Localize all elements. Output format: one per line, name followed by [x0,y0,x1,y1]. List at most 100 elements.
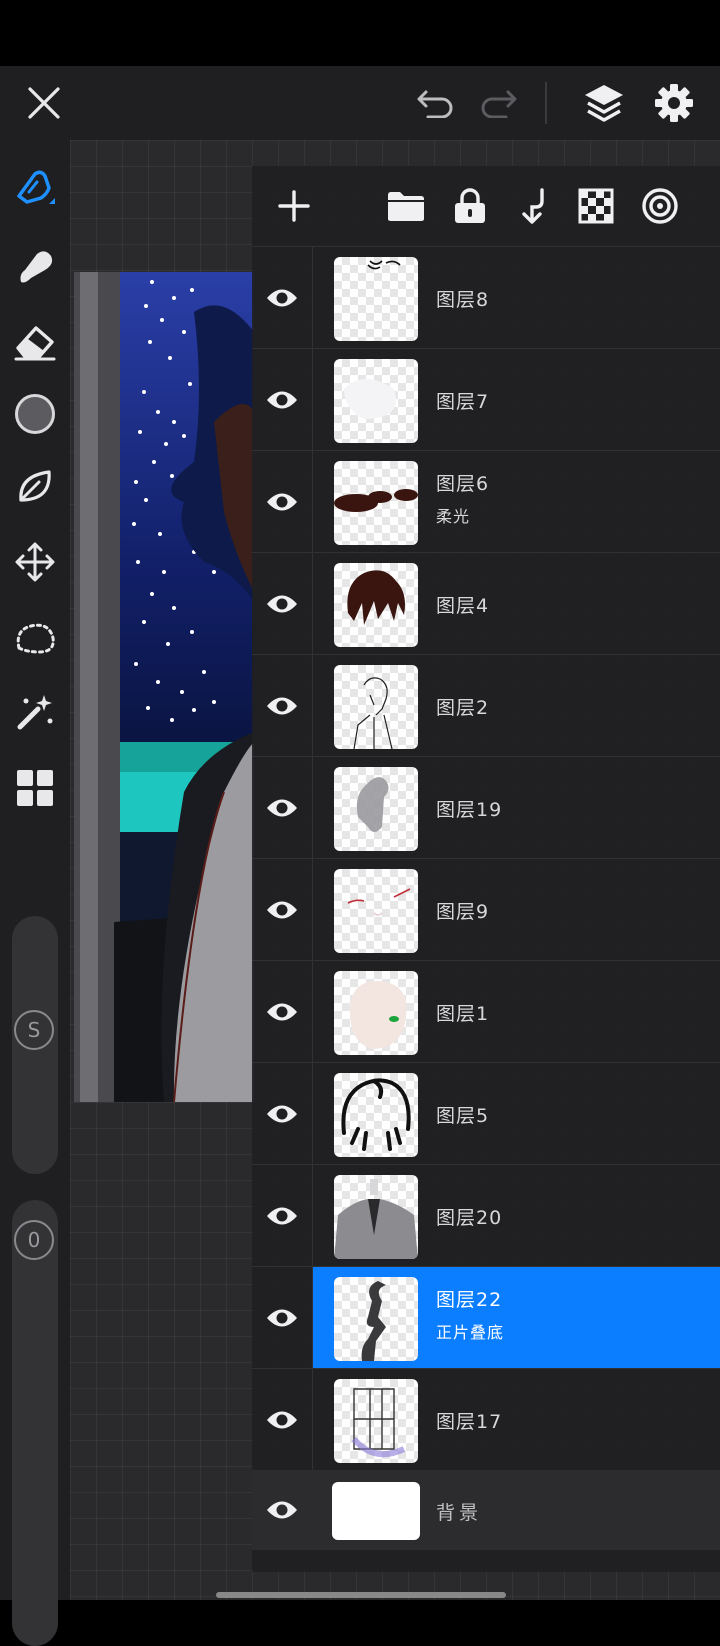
layer-row[interactable]: 图层17 [252,1368,720,1470]
visibility-toggle[interactable] [252,1369,313,1470]
reference-layer-button[interactable] [632,178,688,234]
visibility-toggle[interactable] [252,1267,313,1368]
background-color-thumbnail[interactable] [332,1482,420,1540]
add-layer-button[interactable] [266,178,322,234]
visibility-toggle[interactable] [252,451,313,552]
brush-size-slider[interactable]: S [12,916,58,1174]
visibility-toggle[interactable] [252,1063,313,1164]
blend-mode-label: 正片叠底 [436,1323,505,1342]
left-toolbar: S 0 [0,140,70,1646]
visibility-toggle[interactable] [252,859,313,960]
lock-layer-button[interactable] [442,178,498,234]
layer-name: 图层19 [436,799,503,821]
gallery-tool[interactable] [7,760,63,816]
eraser-tool[interactable] [7,314,63,370]
redo-button[interactable] [470,66,526,140]
visibility-toggle[interactable] [252,247,313,348]
layer-name: 图层6 [436,473,490,495]
layer-thumbnail [334,1277,418,1361]
toolbar-divider [545,82,547,124]
layer-thumbnail [334,461,418,545]
layer-row[interactable]: 图层8 [252,246,720,348]
layer-row[interactable]: 图层19 [252,756,720,858]
gear-icon [655,84,693,122]
alpha-lock-button[interactable] [568,178,624,234]
layer-thumbnail-art [361,1281,386,1361]
layer-thumbnail-art [344,379,396,419]
background-layer-name: 背景 [436,1502,483,1524]
visibility-toggle[interactable] [252,349,313,450]
layer-thumbnail-art [351,1388,406,1458]
layer-row[interactable]: 图层9 [252,858,720,960]
layer-thumbnail-art [353,677,393,749]
size-slider-badge: S [14,1010,54,1050]
layer-thumbnail [334,767,418,851]
eye-icon [267,1501,297,1519]
close-button[interactable] [16,66,72,140]
layer-name: 图层17 [436,1411,503,1433]
layer-name: 图层5 [436,1105,490,1127]
eye-icon [267,1105,297,1122]
home-indicator [216,1592,506,1598]
visibility-toggle[interactable] [252,1165,313,1266]
layer-row[interactable]: 图层1 [252,960,720,1062]
undo-icon [417,90,453,118]
lasso-icon [16,623,55,654]
merge-down-icon [522,188,544,224]
lasso-tool[interactable] [7,610,63,666]
artwork-painting [74,272,254,1102]
layer-row-selected[interactable]: 图层22 正片叠底 [252,1266,720,1368]
color-picker-button[interactable] [7,386,63,442]
status-bar [0,0,720,66]
visibility-toggle[interactable] [252,1470,312,1550]
opacity-slider[interactable]: 0 [12,1200,58,1646]
layer-name: 图层1 [436,1003,490,1025]
layer-name: 图层9 [436,901,490,923]
eye-icon [267,1207,297,1224]
move-icon [15,542,55,582]
brush-tool[interactable] [7,160,63,216]
layer-row[interactable]: 图层20 [252,1164,720,1266]
eye-icon [267,1003,297,1020]
layer-name: 图层8 [436,289,490,311]
layer-thumbnail-art [341,1078,411,1151]
layer-thumbnail [334,257,418,341]
eye-icon [267,799,297,816]
background-layer-row[interactable]: 背景 [252,1470,720,1550]
eye-icon [267,493,297,510]
layers-button[interactable] [574,66,634,140]
layer-row[interactable]: 图层5 [252,1062,720,1164]
artwork-image[interactable] [74,272,254,1102]
checkerboard-icon [578,188,614,224]
group-layers-button[interactable] [378,178,434,234]
brush-icon [17,170,55,204]
merge-down-button[interactable] [506,178,562,234]
visibility-toggle[interactable] [252,961,313,1062]
layer-name: 图层2 [436,697,490,719]
visibility-toggle[interactable] [252,553,313,654]
shape-tool[interactable] [7,458,63,514]
visibility-toggle[interactable] [252,655,313,756]
settings-button[interactable] [644,66,704,140]
eye-icon [267,1411,297,1428]
layer-name: 图层4 [436,595,490,617]
opacity-slider-badge: 0 [14,1220,54,1260]
smudge-tool[interactable] [7,238,63,294]
layer-row[interactable]: 图层4 [252,552,720,654]
layer-row[interactable]: 图层6 柔光 [252,450,720,552]
undo-button[interactable] [408,66,464,140]
close-icon [28,87,60,119]
visibility-toggle[interactable] [252,757,313,858]
transform-tool[interactable] [7,534,63,590]
layer-thumbnail-art [356,777,389,832]
layers-icon [585,85,623,122]
lock-icon [455,188,485,223]
eye-icon [267,289,297,306]
layer-row[interactable]: 图层2 [252,654,720,756]
top-toolbar [0,66,720,140]
current-color-swatch [15,394,55,434]
blend-mode-label: 柔光 [436,507,471,526]
layer-row[interactable]: 图层7 [252,348,720,450]
add-icon [278,190,310,222]
magic-wand-tool[interactable] [7,684,63,740]
